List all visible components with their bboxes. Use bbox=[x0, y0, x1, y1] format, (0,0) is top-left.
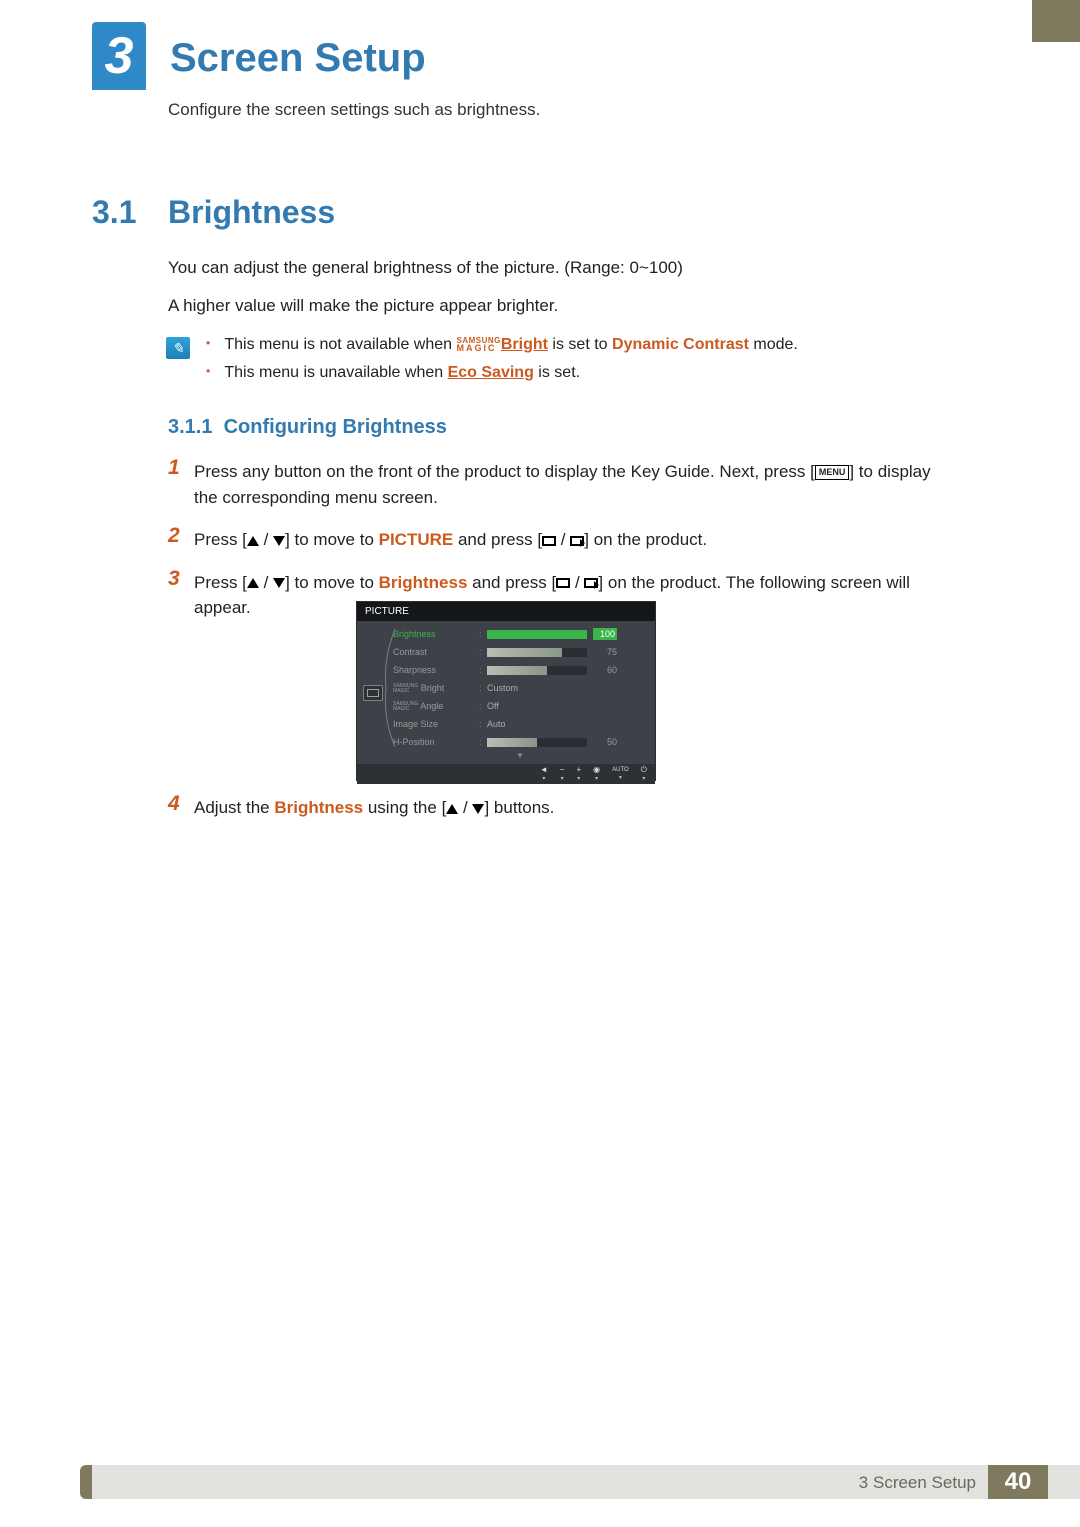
reference-brightness: Brightness bbox=[274, 798, 363, 817]
note-text: is set to bbox=[548, 336, 612, 353]
osd-enter-icon: ◉▾ bbox=[593, 766, 600, 782]
osd-row-brightness: Brightness: 100 bbox=[393, 627, 647, 641]
step-1: 1 Press any button on the front of the p… bbox=[168, 456, 958, 510]
note-item-1: This menu is not available when SAMSUNGM… bbox=[206, 336, 986, 354]
down-arrow-icon bbox=[273, 578, 285, 588]
osd-footer: ◄▾ −▾ +▾ ◉▾ AUTO▾ ⏻▾ bbox=[357, 764, 655, 784]
osd-power-icon: ⏻▾ bbox=[641, 766, 647, 782]
step-4: 4 Adjust the Brightness using the [ / ] … bbox=[168, 792, 958, 821]
step-2: 2 Press [ / ] to move to PICTURE and pre… bbox=[168, 524, 958, 553]
osd-minus-icon: −▾ bbox=[560, 766, 565, 782]
note-item-2: This menu is unavailable when Eco Saving… bbox=[206, 364, 986, 382]
chapter-title: Screen Setup bbox=[170, 36, 426, 81]
section-paragraph-1: You can adjust the general brightness of… bbox=[168, 258, 683, 278]
osd-title: PICTURE bbox=[357, 602, 655, 621]
select-icon bbox=[542, 536, 556, 546]
osd-row-magic-bright: SAMSUNGMAGIC Bright: Custom bbox=[393, 681, 647, 695]
reference-picture: PICTURE bbox=[379, 530, 454, 549]
down-arrow-icon bbox=[273, 536, 285, 546]
step-text: Press [ / ] to move to PICTURE and press… bbox=[194, 524, 707, 553]
step-number: 1 bbox=[168, 456, 194, 480]
note-text: This menu is not available when bbox=[224, 336, 456, 353]
step-text: Press any button on the front of the pro… bbox=[194, 456, 958, 510]
osd-plus-icon: +▾ bbox=[576, 766, 581, 782]
osd-more-arrow-icon: ▼ bbox=[393, 751, 647, 760]
note-list: This menu is not available when SAMSUNGM… bbox=[206, 336, 986, 392]
note-text: mode. bbox=[749, 336, 798, 353]
osd-row-contrast: Contrast: 75 bbox=[393, 645, 647, 659]
osd-auto-label: AUTO▾ bbox=[612, 767, 629, 781]
step-number: 4 bbox=[168, 792, 194, 816]
menu-button-icon: MENU bbox=[815, 465, 850, 481]
enter-icon bbox=[570, 536, 584, 546]
chapter-description: Configure the screen settings such as br… bbox=[168, 100, 540, 120]
reference-brightness: Brightness bbox=[379, 573, 468, 592]
header-accent-bar bbox=[1032, 0, 1080, 42]
subsection-heading: 3.1.1 Configuring Brightness bbox=[168, 416, 447, 439]
osd-tab-icon bbox=[363, 685, 383, 701]
samsung-magic-label: SAMSUNGMAGIC bbox=[456, 337, 500, 352]
down-arrow-icon bbox=[472, 804, 484, 814]
footer-accent-left bbox=[80, 1465, 92, 1499]
step-number: 2 bbox=[168, 524, 194, 548]
step-4-wrap: 4 Adjust the Brightness using the [ / ] … bbox=[168, 792, 958, 835]
step-number: 3 bbox=[168, 567, 194, 591]
footer-page-number: 40 bbox=[988, 1465, 1048, 1499]
section-title: Brightness bbox=[168, 194, 335, 231]
select-icon bbox=[556, 578, 570, 588]
chapter-number-badge: 3 bbox=[92, 22, 146, 90]
up-arrow-icon bbox=[247, 578, 259, 588]
link-eco-saving[interactable]: Eco Saving bbox=[448, 364, 534, 381]
reference-dynamic-contrast: Dynamic Contrast bbox=[612, 336, 749, 353]
footer-chapter-label: 3 Screen Setup bbox=[859, 1473, 976, 1493]
osd-row-image-size: Image Size: Auto bbox=[393, 717, 647, 731]
osd-menu-screenshot: PICTURE Brightness: 100 Contrast: 75 Sha… bbox=[356, 601, 656, 781]
note-text: is set. bbox=[534, 364, 580, 381]
osd-back-icon: ◄▾ bbox=[540, 766, 548, 782]
note-text: This menu is unavailable when bbox=[224, 364, 447, 381]
osd-row-magic-angle: SAMSUNGMAGIC Angle: Off bbox=[393, 699, 647, 713]
up-arrow-icon bbox=[247, 536, 259, 546]
section-number: 3.1 bbox=[92, 194, 136, 231]
note-icon: ✎ bbox=[166, 337, 190, 359]
osd-rows: Brightness: 100 Contrast: 75 Sharpness: … bbox=[389, 621, 655, 764]
enter-icon bbox=[584, 578, 598, 588]
section-paragraph-2: A higher value will make the picture app… bbox=[168, 296, 558, 316]
step-text: Adjust the Brightness using the [ / ] bu… bbox=[194, 792, 554, 821]
osd-row-h-position: H-Position: 50 bbox=[393, 735, 647, 749]
link-bright[interactable]: Bright bbox=[501, 336, 548, 353]
up-arrow-icon bbox=[446, 804, 458, 814]
osd-bracket-curve bbox=[383, 629, 397, 749]
osd-row-sharpness: Sharpness: 60 bbox=[393, 663, 647, 677]
